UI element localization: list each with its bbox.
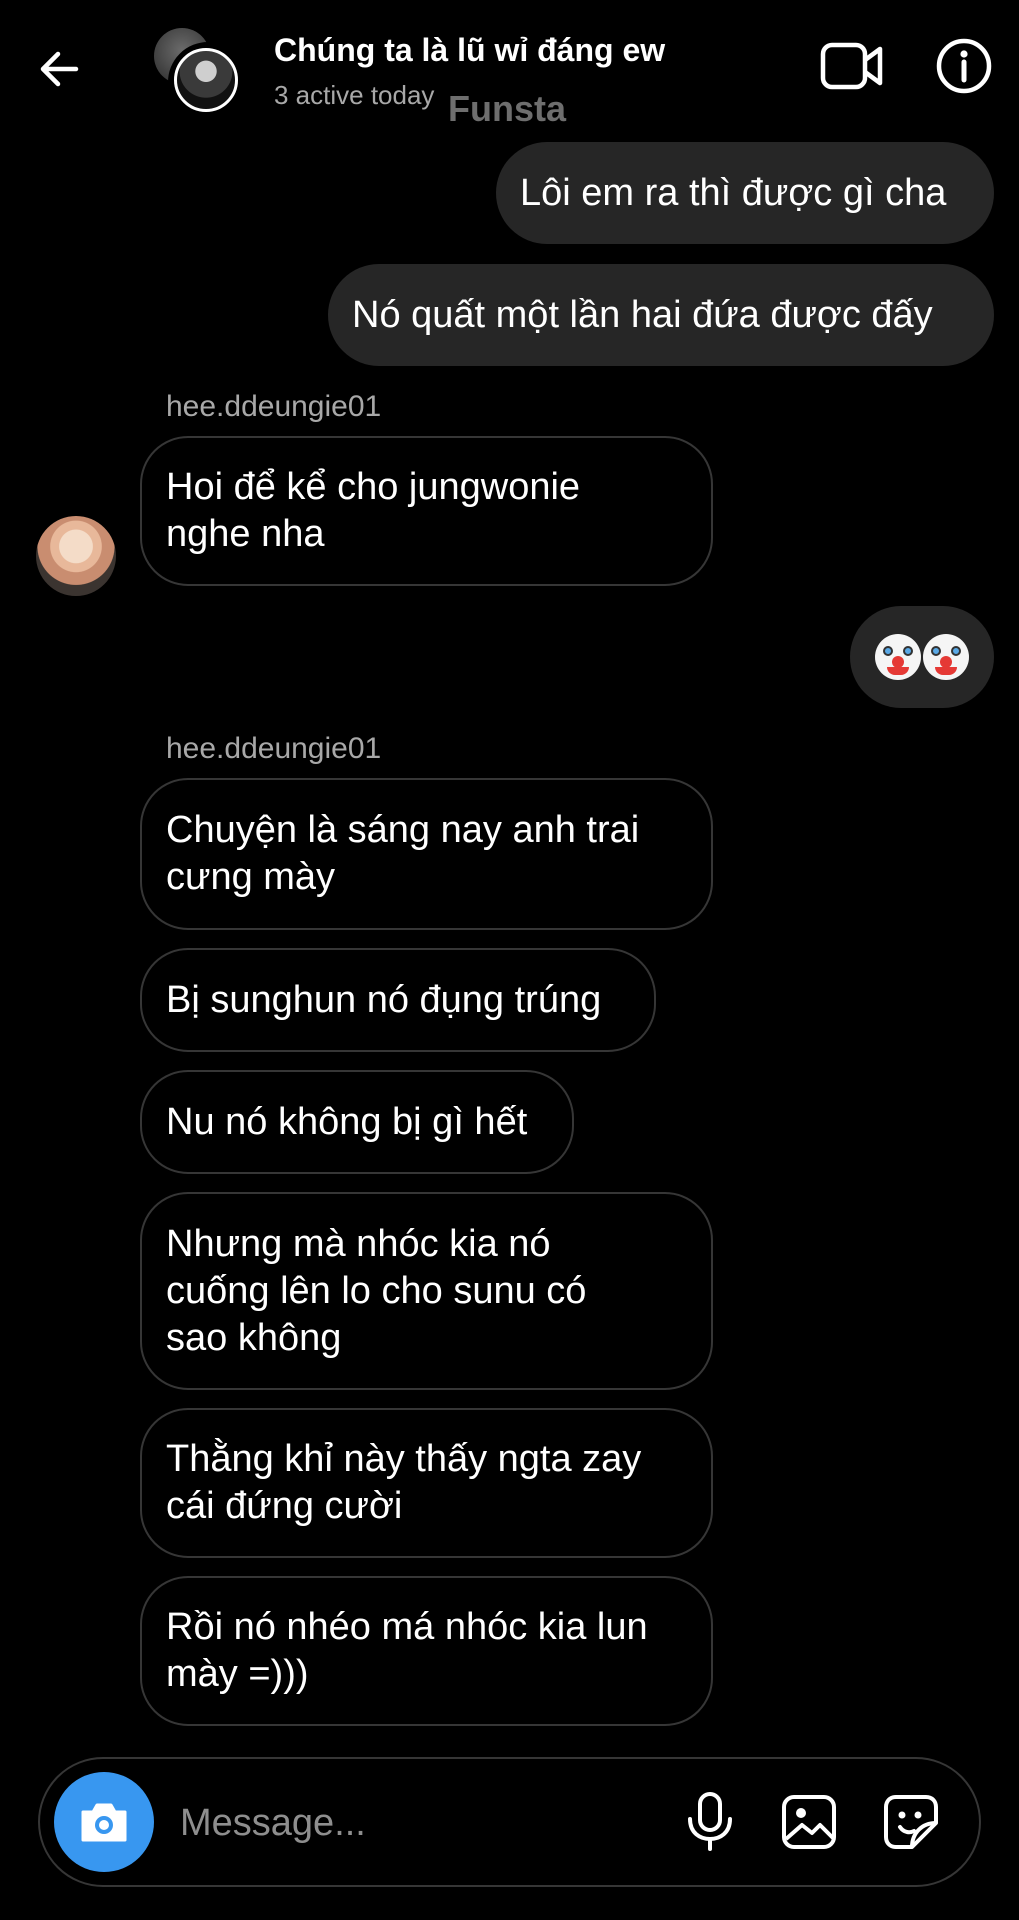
info-icon	[936, 38, 992, 94]
microphone-icon	[688, 1792, 732, 1851]
video-call-button[interactable]	[820, 40, 884, 92]
clown-emoji-pair	[869, 630, 975, 680]
arrow-left-icon	[40, 51, 79, 87]
group-avatar[interactable]	[154, 28, 248, 122]
message-bubble-received[interactable]: Hoi để kể cho jungwonie nghe nha	[140, 436, 713, 586]
message-composer	[38, 1757, 981, 1887]
sender-username: hee.ddeungie01	[166, 390, 382, 423]
sender-avatar[interactable]	[36, 516, 116, 596]
video-camera-icon	[820, 42, 883, 90]
chat-header: Chúng ta là lũ wỉ đáng ew 3 active today…	[0, 0, 1019, 140]
camera-button[interactable]	[54, 1772, 154, 1872]
message-bubble-sent[interactable]: Nó quất một lần hai đứa được đấy	[328, 264, 994, 366]
sticker-button[interactable]	[882, 1793, 940, 1851]
watermark: Funsta	[448, 88, 567, 129]
message-bubble-sent[interactable]: Lôi em ra thì được gì cha	[496, 142, 994, 244]
active-status: 3 active today	[274, 80, 435, 110]
message-bubble-received[interactable]: Thằng khỉ này thấy ngta zay cái đứng cườ…	[140, 1408, 713, 1558]
voice-message-button[interactable]	[680, 1791, 740, 1853]
gallery-button[interactable]	[780, 1793, 838, 1851]
message-input[interactable]	[178, 1789, 562, 1857]
clown-emoji-icon	[869, 630, 927, 680]
camera-icon	[81, 1803, 127, 1842]
message-bubble-received[interactable]: Chuyện là sáng nay anh trai cưng mày	[140, 778, 713, 930]
emoji-message-bubble[interactable]	[850, 606, 994, 708]
back-button[interactable]	[36, 44, 86, 94]
chat-title[interactable]: Chúng ta là lũ wỉ đáng ew	[274, 32, 665, 69]
sender-username: hee.ddeungie01	[166, 732, 382, 765]
member-avatar-front	[168, 42, 248, 122]
message-bubble-received[interactable]: Bị sunghun nó đụng trúng	[140, 948, 656, 1052]
conversation-info-button[interactable]	[936, 38, 992, 94]
dm-screen: Chúng ta là lũ wỉ đáng ew 3 active today…	[0, 0, 1019, 1920]
message-bubble-received[interactable]: Nhưng mà nhóc kia nó cuống lên lo cho su…	[140, 1192, 713, 1390]
message-bubble-received[interactable]: Rồi nó nhéo má nhóc kia lun mày =)))	[140, 1576, 713, 1726]
image-icon	[782, 1795, 836, 1849]
clown-emoji-icon	[917, 630, 975, 680]
message-bubble-received[interactable]: Nu nó không bị gì hết	[140, 1070, 574, 1174]
sticker-icon	[884, 1795, 938, 1849]
